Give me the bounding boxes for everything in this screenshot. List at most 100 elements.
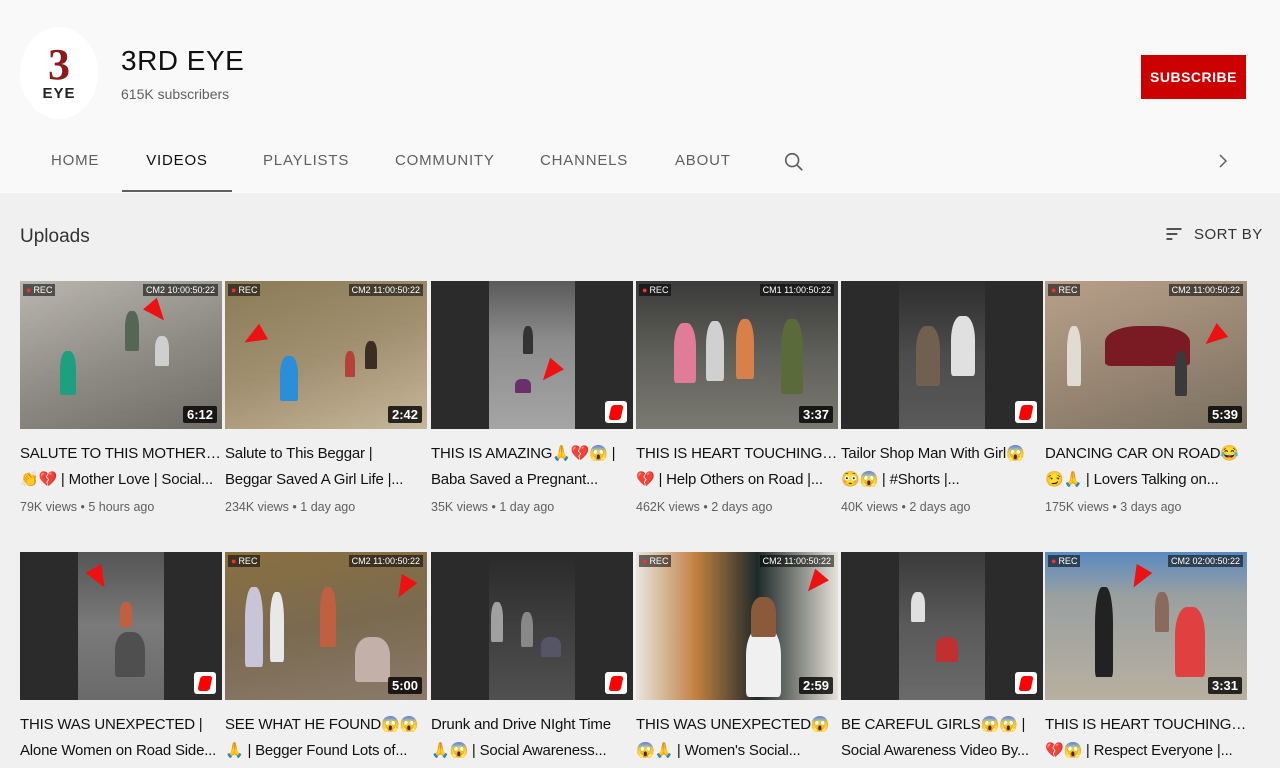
tab-about[interactable]: ABOUT <box>675 130 730 192</box>
video-title[interactable]: BE CAREFUL GIRLS😱😱 | Social Awareness Vid… <box>841 712 1043 764</box>
view-count: 35K views <box>431 500 488 514</box>
thumbnail-figure <box>1095 587 1113 677</box>
video-title-line: 💔 | Help Others on Road |... <box>636 471 823 488</box>
video-thumbnail[interactable]: REC CM2 11:00:50:22 5:39 <box>1045 281 1247 429</box>
video-card[interactable]: REC CM2 10:00:50:22 6:12 SALUTE TO THIS MOT… <box>20 281 222 514</box>
video-card[interactable]: Drunk and Drive NIght Time 🙏😱 | Social Aw… <box>431 552 633 764</box>
rec-overlay: REC <box>1048 284 1081 296</box>
channel-tabs: HOME VIDEOS PLAYLISTS COMMUNITY CHANNELS… <box>0 130 1280 192</box>
video-title[interactable]: Salute to This Beggar | Beggar Saved A Gi… <box>225 441 427 493</box>
subscribe-button[interactable]: SUBSCRIBE <box>1141 55 1246 99</box>
video-title[interactable]: SALUTE TO THIS MOTHER🙏 👏💔 | Mother Love |… <box>20 441 222 493</box>
thumbnail-figure <box>736 319 754 379</box>
video-card[interactable]: THIS WAS UNEXPECTED | Alone Women on Road… <box>20 552 222 764</box>
video-thumbnail[interactable]: REC CM2 11:00:50:22 2:59 <box>636 552 838 700</box>
separator-dot: • <box>699 500 712 514</box>
video-title[interactable]: Tailor Shop Man With Girl😱 😳😱 | #Shorts |… <box>841 441 1043 493</box>
red-arrow-icon <box>801 568 829 598</box>
video-title-line: 🙏 | Begger Found Lots of... <box>225 742 408 759</box>
tab-videos[interactable]: VIDEOS <box>122 130 232 192</box>
tab-community[interactable]: COMMUNITY <box>395 130 494 192</box>
video-card[interactable]: REC CM2 02:00:50:22 3:31 THIS IS HEART TOUC… <box>1045 552 1247 764</box>
video-card[interactable]: REC CM2 11:00:50:22 2:59 THIS WAS UNEXPECTE… <box>636 552 838 764</box>
video-title-line: THIS IS HEART TOUCHING🙏 <box>1045 716 1247 733</box>
camera-timestamp-overlay: CM2 11:00:50:22 <box>348 284 423 296</box>
sort-by-label: SORT BY <box>1194 225 1263 243</box>
video-title[interactable]: DANCING CAR ON ROAD😂 😏🙏 | Lovers Talking … <box>1045 441 1247 493</box>
video-thumbnail[interactable]: REC CM2 11:00:50:22 2:42 <box>225 281 427 429</box>
rec-overlay: REC <box>228 555 261 567</box>
rec-overlay: REC <box>639 555 672 567</box>
red-arrow-icon <box>85 563 113 593</box>
red-arrow-icon <box>239 323 269 351</box>
thumbnail-figure <box>523 326 533 354</box>
chevron-right-icon[interactable] <box>1214 152 1232 170</box>
tab-playlists[interactable]: PLAYLISTS <box>263 130 348 192</box>
tab-home[interactable]: HOME <box>51 130 98 192</box>
video-title[interactable]: THIS WAS UNEXPECTED | Alone Women on Road… <box>20 712 222 764</box>
thumbnail-figure <box>355 637 390 682</box>
video-title-line: SEE WHAT HE FOUND😱😱 <box>225 716 419 733</box>
thumbnail-figure <box>936 637 958 662</box>
thumbnail-figure <box>345 351 355 377</box>
separator-dot: • <box>1108 500 1121 514</box>
video-card[interactable]: REC CM1 11:00:50:22 3:37 THIS IS HEART TOUC… <box>636 281 838 514</box>
video-duration: 2:42 <box>387 406 422 423</box>
video-thumbnail[interactable] <box>841 552 1043 700</box>
red-arrow-icon <box>1199 323 1229 351</box>
rec-overlay: REC <box>1048 555 1081 567</box>
thumbnail-figure <box>541 637 561 657</box>
thumbnail-figure <box>115 632 145 677</box>
video-thumbnail[interactable] <box>431 281 633 429</box>
video-title[interactable]: THIS WAS UNEXPECTED😱 😱🙏 | Women's Social.… <box>636 712 838 764</box>
shorts-icon <box>605 401 627 423</box>
separator-dot: • <box>76 500 89 514</box>
video-thumbnail[interactable]: REC CM2 10:00:50:22 6:12 <box>20 281 222 429</box>
video-title-line: Salute to This Beggar | <box>225 445 373 462</box>
view-count: 234K views <box>225 500 289 514</box>
thumbnail-figure <box>916 326 940 386</box>
thumbnail-figure <box>155 336 169 366</box>
video-card[interactable]: BE CAREFUL GIRLS😱😱 | Social Awareness Vid… <box>841 552 1043 764</box>
video-card[interactable]: REC CM2 11:00:50:22 5:39 DANCING CAR ON ROA… <box>1045 281 1247 514</box>
video-title-line: Drunk and Drive NIght Time <box>431 716 611 733</box>
tab-channels[interactable]: CHANNELS <box>540 130 627 192</box>
video-title-line: 😳😱 | #Shorts |... <box>841 471 960 488</box>
upload-age: 2 days ago <box>711 500 773 514</box>
thumbnail-figure <box>674 323 696 383</box>
video-title-line: Tailor Shop Man With Girl😱 <box>841 445 1025 462</box>
channel-avatar[interactable]: 3 EYE <box>20 27 98 119</box>
view-count: 462K views <box>636 500 700 514</box>
video-thumbnail[interactable] <box>841 281 1043 429</box>
video-thumbnail[interactable]: REC CM2 11:00:50:22 5:00 <box>225 552 427 700</box>
sort-by-button[interactable]: SORT BY <box>1164 224 1263 244</box>
thumbnail-figure <box>1155 592 1169 632</box>
video-title[interactable]: Drunk and Drive NIght Time 🙏😱 | Social Aw… <box>431 712 633 764</box>
video-thumbnail[interactable] <box>431 552 633 700</box>
video-title-line: 💔😱 | Respect Everyone |... <box>1045 742 1233 759</box>
video-card[interactable]: THIS IS AMAZING🙏💔😱 | Baba Saved a Pregnan… <box>431 281 633 514</box>
red-arrow-icon <box>143 297 171 327</box>
video-thumbnail[interactable]: REC CM1 11:00:50:22 3:37 <box>636 281 838 429</box>
video-card[interactable]: REC CM2 11:00:50:22 2:42 Salute to This Beg… <box>225 281 427 514</box>
video-thumbnail[interactable] <box>20 552 222 700</box>
thumbnail-figure <box>1175 351 1187 396</box>
logo-number: 3 <box>48 39 70 89</box>
video-title[interactable]: THIS IS HEART TOUCHING🙏 💔😱 | Respect Ever… <box>1045 712 1247 764</box>
thumbnail-figure <box>751 597 776 637</box>
shorts-icon <box>1015 401 1037 423</box>
view-count: 79K views <box>20 500 77 514</box>
video-title[interactable]: SEE WHAT HE FOUND😱😱 🙏 | Begger Found Lots… <box>225 712 427 764</box>
view-count: 175K views <box>1045 500 1109 514</box>
video-duration: 5:39 <box>1207 406 1242 423</box>
camera-timestamp-overlay: CM2 10:00:50:22 <box>142 284 218 296</box>
red-arrow-icon <box>390 573 418 603</box>
video-title[interactable]: THIS IS HEART TOUCHING🙏 💔 | Help Others o… <box>636 441 838 493</box>
letterbox-bar <box>841 552 899 700</box>
video-title[interactable]: THIS IS AMAZING🙏💔😱 | Baba Saved a Pregnan… <box>431 441 633 493</box>
video-card[interactable]: Tailor Shop Man With Girl😱 😳😱 | #Shorts |… <box>841 281 1043 514</box>
video-card[interactable]: REC CM2 11:00:50:22 5:00 SEE WHAT HE FOUND😱… <box>225 552 427 764</box>
search-icon[interactable] <box>783 151 805 173</box>
video-thumbnail[interactable]: REC CM2 02:00:50:22 3:31 <box>1045 552 1247 700</box>
upload-age: 1 day ago <box>499 500 555 514</box>
